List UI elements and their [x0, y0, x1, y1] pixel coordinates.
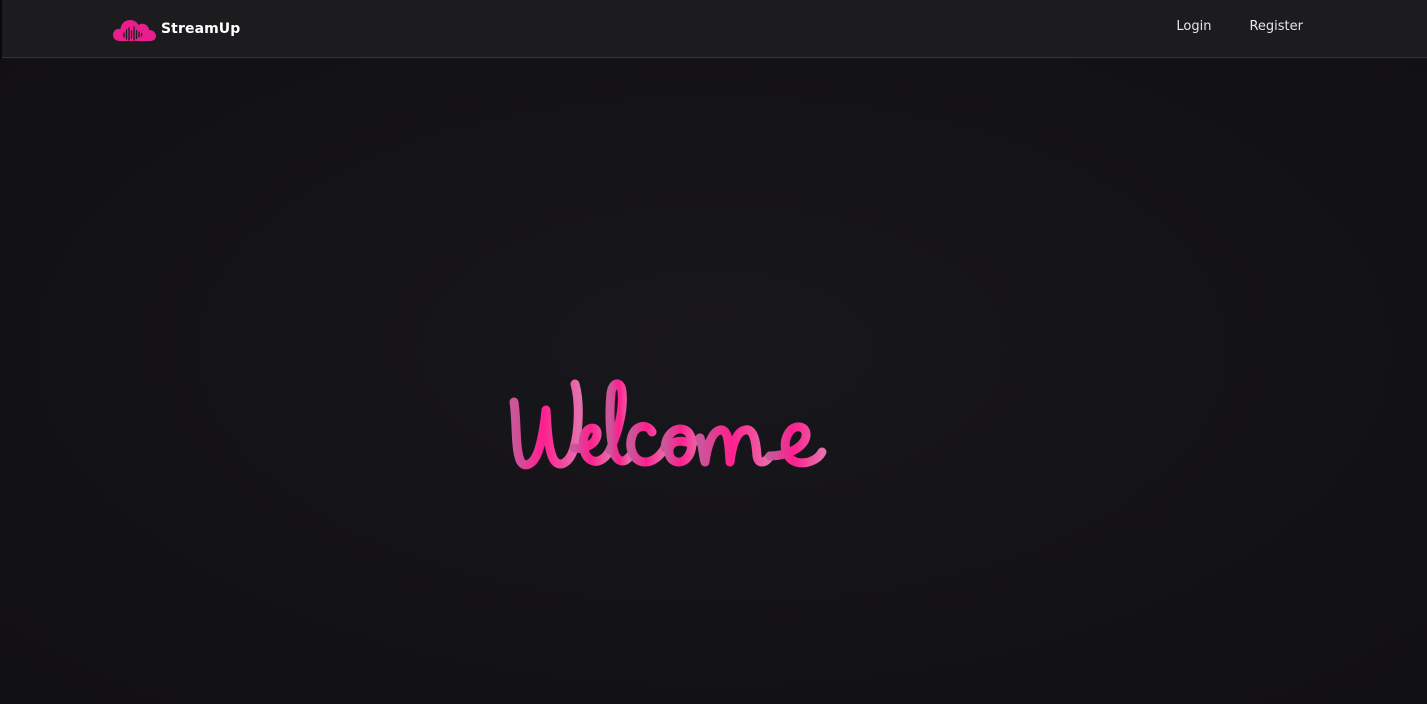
welcome-heading: Welcome [500, 372, 925, 482]
register-link[interactable]: Register [1249, 19, 1303, 34]
nav-links: Login Register [1176, 19, 1303, 34]
brand-home-link[interactable]: StreamUp [111, 15, 240, 43]
login-link[interactable]: Login [1176, 19, 1211, 34]
welcome-script-graphic [509, 379, 827, 470]
cloud-soundwave-icon [111, 16, 157, 42]
page: StreamUp Login Register Welcome [0, 0, 1427, 704]
brand-name: StreamUp [161, 21, 241, 37]
navbar: StreamUp Login Register [2, 0, 1427, 58]
